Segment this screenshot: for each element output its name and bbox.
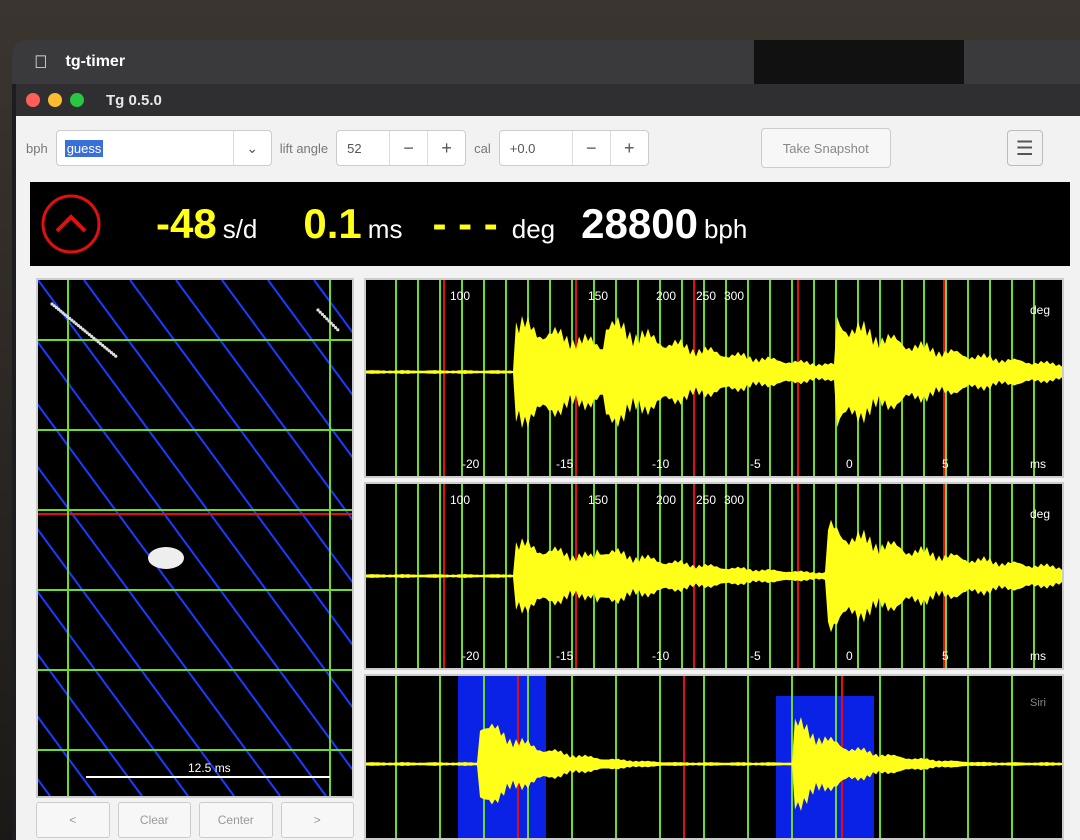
bph-select-value[interactable]: guess — [64, 139, 104, 157]
paperstrip-view[interactable]: 12.5 ms — [12, 278, 1080, 798]
strip-diagonal-line — [221, 279, 603, 797]
ms-unit-label: ms — [1030, 649, 1046, 663]
deg-unit-label: deg — [1030, 303, 1050, 317]
amplitude-unit: deg — [511, 214, 556, 244]
hamburger-icon[interactable]: ☰ — [1006, 130, 1043, 166]
toolbar: bph guess ⌄ lift angle 52 − + cal +0.0 −… — [16, 116, 1080, 180]
ms-tick-label: -5 — [750, 649, 761, 663]
ms-tick-label: -10 — [652, 457, 670, 471]
toc-waveform-panel: 100 150 200 250 300 -20 -15 -10 -5 0 5 deg ms — [364, 482, 1064, 670]
strip-diagonal-line — [12, 555, 189, 797]
bph-readout: 28800 bph — [581, 200, 747, 248]
apple-icon[interactable]:  — [34, 52, 48, 73]
lift-angle-value[interactable]: 52 — [337, 141, 389, 156]
rate-readout: -48 s/d — [156, 200, 257, 248]
deg-tick-label: 200 — [656, 289, 676, 303]
ms-tick-label: 5 — [942, 649, 949, 663]
strip-diagonal-line — [267, 279, 649, 797]
close-button[interactable] — [26, 93, 40, 107]
beat-error-value: 0.1 — [303, 200, 362, 247]
cal-increment[interactable]: + — [609, 131, 648, 165]
deg-unit-label: deg — [1030, 507, 1050, 521]
strip-dot — [336, 328, 340, 332]
strip-glare — [148, 547, 184, 569]
deg-tick-label: 150 — [588, 493, 608, 507]
ms-tick-label: -20 — [462, 457, 480, 471]
period-waveform-plot: Siri — [366, 676, 1062, 838]
tic-waveform-plot: 100 150 200 250 300 -20 -15 -10 -5 0 5 deg ms — [366, 280, 1062, 476]
cal-decrement[interactable]: − — [571, 131, 610, 165]
strip-diagonal-line — [83, 279, 465, 797]
paperstrip-controls: < Clear Center > — [36, 802, 354, 840]
deg-tick-label: 250 — [696, 493, 716, 507]
bph-label: bph — [26, 140, 48, 156]
lift-angle-label: lift angle — [279, 140, 329, 156]
app-name[interactable]: tg-timer — [66, 53, 126, 71]
rate-unit: s/d — [222, 214, 258, 244]
strip-diagonal-line — [12, 430, 281, 797]
ms-tick-label: -20 — [462, 649, 480, 663]
clear-button[interactable]: Clear — [117, 802, 191, 838]
siri-label: Siri — [1030, 697, 1046, 709]
cal-value[interactable]: +0.0 — [500, 141, 572, 156]
ms-tick-label: 0 — [846, 457, 853, 471]
ms-tick-label: -5 — [750, 457, 761, 471]
window-title: Tg 0.5.0 — [106, 91, 162, 109]
paperstrip-plot: 12.5 ms — [12, 279, 1080, 797]
lift-angle-increment[interactable]: + — [427, 131, 465, 165]
tic-waveform-panel: 100 150 200 250 300 -20 -15 -10 -5 0 5 deg ms — [364, 278, 1064, 478]
take-snapshot-button[interactable]: Take Snapshot — [760, 128, 891, 168]
center-button[interactable]: Center — [199, 802, 273, 838]
ms-tick-label: 0 — [846, 649, 853, 663]
period-waveform-panel: Siri — [364, 674, 1064, 840]
ms-tick-label: -15 — [556, 649, 574, 663]
amplitude-value: - - - — [432, 200, 498, 247]
amplitude-readout: - - - deg — [432, 200, 555, 248]
lift-angle-decrement[interactable]: − — [389, 131, 427, 165]
deg-tick-label: 300 — [724, 289, 744, 303]
ms-tick-label: 5 — [942, 457, 949, 471]
title-bar: Tg 0.5.0 — [16, 84, 1080, 116]
scroll-right-button[interactable]: > — [280, 802, 354, 838]
strip-dot — [114, 354, 118, 358]
lift-angle-stepper[interactable]: 52 − + — [336, 130, 467, 166]
deg-tick-label: 100 — [450, 493, 470, 507]
signal-status-icon — [41, 194, 101, 254]
rate-value: -48 — [156, 200, 217, 247]
deg-tick-label: 300 — [724, 493, 744, 507]
bph-select[interactable]: guess ⌄ — [55, 130, 272, 166]
deg-tick-label: 250 — [696, 289, 716, 303]
waveform-shape — [366, 315, 1062, 429]
ms-tick-label: -10 — [652, 649, 670, 663]
zoom-button[interactable] — [70, 93, 84, 107]
scroll-left-button[interactable]: < — [36, 802, 110, 838]
strip-diagonal-line — [129, 279, 511, 797]
cal-label: cal — [474, 140, 491, 156]
deg-tick-label: 100 — [450, 289, 470, 303]
waveform-shape — [366, 519, 1062, 633]
beat-error-unit: ms — [367, 214, 403, 244]
beat-error-readout: 0.1 ms — [303, 200, 402, 248]
ms-unit-label: ms — [1030, 457, 1046, 471]
strip-scale-label: 12.5 ms — [188, 761, 231, 775]
readout-bar: -48 s/d 0.1 ms - - - deg 28800 bph — [30, 182, 1070, 266]
bph-readout-value: 28800 — [581, 200, 698, 247]
ms-tick-label: -15 — [556, 457, 574, 471]
app-window: Tg 0.5.0 bph guess ⌄ lift angle 52 − + c… — [12, 84, 1080, 840]
deg-tick-label: 150 — [588, 289, 608, 303]
bph-readout-unit: bph — [703, 214, 748, 244]
chevron-down-icon[interactable]: ⌄ — [232, 131, 271, 165]
deg-tick-label: 200 — [656, 493, 676, 507]
minimize-button[interactable] — [48, 93, 62, 107]
cal-stepper[interactable]: +0.0 − + — [498, 130, 649, 166]
screen:  tg-timer Tg 0.5.0 bph guess ⌄ lift ang… — [12, 40, 1080, 840]
toc-waveform-plot: 100 150 200 250 300 -20 -15 -10 -5 0 5 deg ms — [366, 484, 1062, 668]
